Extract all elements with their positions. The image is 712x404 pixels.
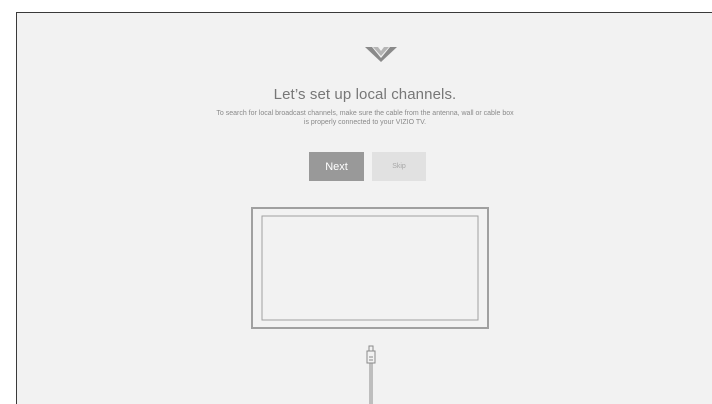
tv-setup-screen: Let’s set up local channels. To search f… [16, 12, 712, 404]
coax-cable-icon [366, 345, 376, 404]
tv-illustration [251, 207, 489, 404]
tv-outline-icon [251, 207, 489, 329]
